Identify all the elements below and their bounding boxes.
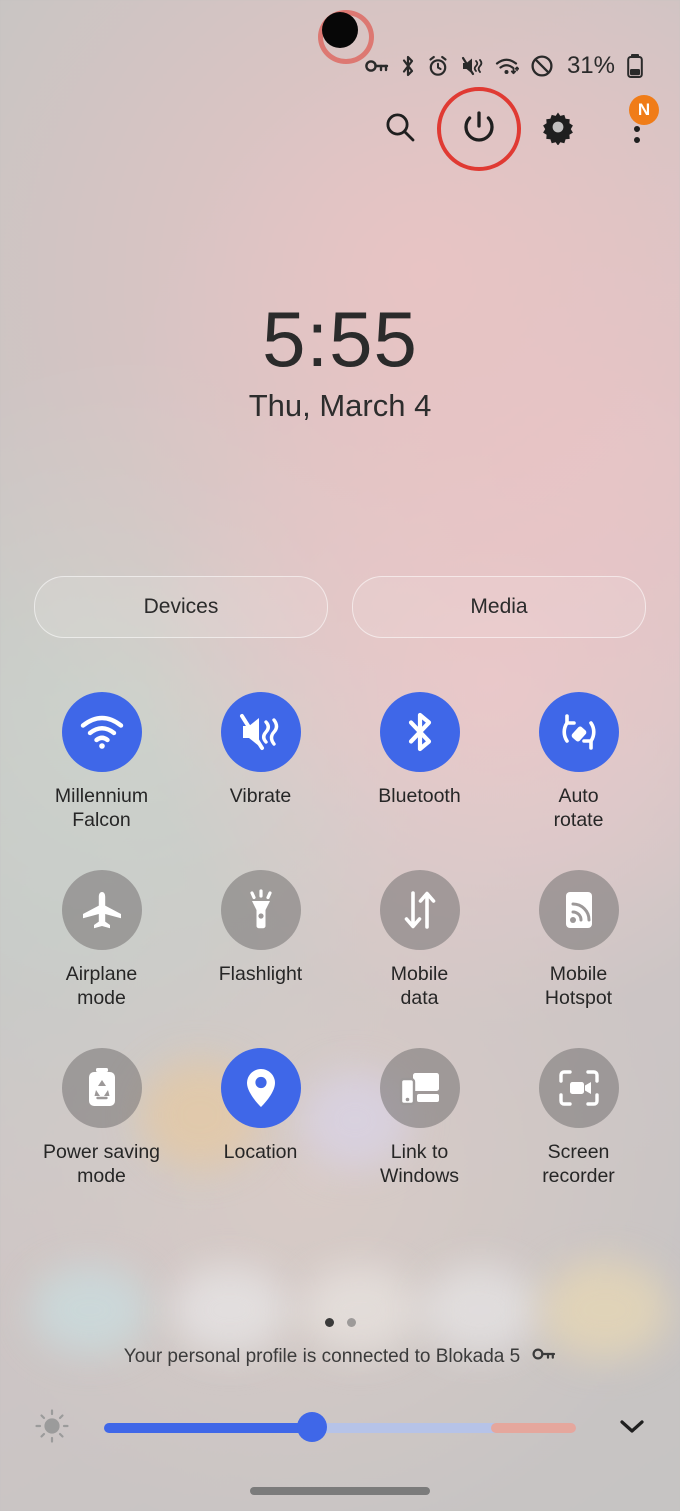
tile-label: Screen recorder xyxy=(542,1141,615,1187)
tile-icon-container xyxy=(379,870,460,950)
tile-auto-rotate[interactable]: Auto rotate xyxy=(499,692,658,832)
slider-warm-segment xyxy=(491,1423,576,1433)
vpn-status-row[interactable]: Your personal profile is connected to Bl… xyxy=(0,1345,680,1368)
tile-label: Vibrate xyxy=(229,785,292,807)
tile-icon-container xyxy=(61,692,142,772)
chevron-down-icon xyxy=(615,1414,649,1443)
header-action-bar: N xyxy=(378,87,659,171)
battery-percent-label: 31% xyxy=(566,52,615,79)
bluetooth-icon xyxy=(400,54,416,78)
do-not-disturb-icon xyxy=(530,54,554,78)
battery-icon xyxy=(626,53,644,79)
tile-label: Mobile data xyxy=(390,963,449,1009)
slider-thumb[interactable] xyxy=(296,1412,327,1442)
tile-label: Flashlight xyxy=(218,963,303,985)
expand-button[interactable] xyxy=(584,1414,680,1443)
media-button[interactable]: Media xyxy=(352,576,646,638)
tile-label: Power saving mode xyxy=(42,1141,161,1187)
tile-label: Mobile Hotspot xyxy=(544,963,613,1009)
page-indicator xyxy=(0,1318,680,1327)
tile-icon-container xyxy=(379,1048,460,1128)
airplane-icon xyxy=(80,888,124,932)
tile-icon-container xyxy=(220,1048,301,1128)
brightness-sun-icon xyxy=(32,1406,72,1451)
page-dot-active[interactable] xyxy=(324,1318,334,1327)
tile-location[interactable]: Location xyxy=(181,1048,340,1188)
tile-label: Bluetooth xyxy=(378,785,461,807)
brightness-row xyxy=(0,1396,680,1460)
slider-fill xyxy=(104,1423,312,1433)
tile-row: Airplane mode Flashlight Mobile data Mob… xyxy=(22,870,658,1010)
wifi-transfer-icon xyxy=(495,55,519,77)
link-to-windows-icon xyxy=(397,1068,443,1108)
power-icon xyxy=(460,108,498,151)
tile-label: Millennium Falcon xyxy=(54,785,149,831)
shortcut-pill-row: Devices Media xyxy=(34,576,646,638)
tile-icon-container xyxy=(220,692,301,772)
quick-settings-panel: 31% N 5:55 Thu, March 4 Devices Media Mi… xyxy=(0,0,680,1511)
tile-label: Location xyxy=(223,1141,298,1163)
tile-flashlight[interactable]: Flashlight xyxy=(181,870,340,1010)
clock-widget[interactable]: 5:55 Thu, March 4 xyxy=(0,296,680,424)
tile-link-to-windows[interactable]: Link to Windows xyxy=(340,1048,499,1188)
tile-airplane-mode[interactable]: Airplane mode xyxy=(22,870,181,1010)
search-button[interactable] xyxy=(378,107,421,151)
vpn-key-icon xyxy=(365,56,389,76)
clock-time: 5:55 xyxy=(262,295,418,383)
tile-screen-recorder[interactable]: Screen recorder xyxy=(499,1048,658,1188)
alarm-icon xyxy=(427,55,449,77)
tile-icon-container xyxy=(538,692,619,772)
more-options-button[interactable]: N xyxy=(615,95,659,151)
brightness-slider[interactable] xyxy=(104,1412,576,1442)
home-gesture-bar[interactable] xyxy=(250,1487,430,1495)
brightness-icon-wrap xyxy=(0,1406,104,1451)
auto-rotate-icon xyxy=(557,710,601,754)
hotspot-icon xyxy=(559,888,599,932)
screen-recorder-icon xyxy=(557,1068,601,1108)
devices-button[interactable]: Devices xyxy=(34,576,328,638)
tile-row: Power saving mode Location Link to Windows xyxy=(22,1048,658,1188)
tile-icon-container xyxy=(61,870,142,950)
tile-power-saving-mode[interactable]: Power saving mode xyxy=(22,1048,181,1188)
tile-label: Link to Windows xyxy=(379,1141,460,1187)
tile-label: Auto rotate xyxy=(553,785,604,831)
mute-vibrate-icon xyxy=(460,55,484,77)
wifi-icon xyxy=(79,712,125,752)
tile-icon-container xyxy=(61,1048,142,1128)
vpn-key-icon xyxy=(532,1345,556,1368)
tile-icon-container xyxy=(379,692,460,772)
clock-date: Thu, March 4 xyxy=(248,388,432,423)
page-dot[interactable] xyxy=(346,1318,356,1327)
tile-mobile-hotspot[interactable]: Mobile Hotspot xyxy=(499,870,658,1010)
power-saving-icon xyxy=(85,1066,119,1110)
tile-icon-container xyxy=(538,1048,619,1128)
flashlight-icon xyxy=(241,888,281,932)
tile-bluetooth[interactable]: Bluetooth xyxy=(340,692,499,832)
vpn-status-text: Your personal profile is connected to Bl… xyxy=(123,1345,521,1367)
tile-wifi[interactable]: Millennium Falcon xyxy=(22,692,181,832)
power-button[interactable] xyxy=(436,87,521,171)
mobile-data-icon xyxy=(399,888,441,932)
status-bar: 31% xyxy=(365,46,644,86)
search-icon xyxy=(383,110,417,149)
tile-label: Airplane mode xyxy=(65,963,138,1009)
bluetooth-icon xyxy=(404,709,436,755)
notification-badge: N xyxy=(629,95,659,125)
tile-icon-container xyxy=(538,870,619,950)
tile-mobile-data[interactable]: Mobile data xyxy=(340,870,499,1010)
location-pin-icon xyxy=(244,1066,278,1110)
gear-icon xyxy=(540,109,576,150)
settings-button[interactable] xyxy=(536,107,579,151)
tile-row: Millennium Falcon Vibrate Bluetooth Auto… xyxy=(22,692,658,832)
camera-punch-hole xyxy=(322,12,358,48)
tile-icon-container xyxy=(220,870,301,950)
vibrate-icon xyxy=(238,711,284,753)
tile-vibrate[interactable]: Vibrate xyxy=(181,692,340,832)
quick-setting-tiles: Millennium Falcon Vibrate Bluetooth Auto… xyxy=(22,692,658,1226)
